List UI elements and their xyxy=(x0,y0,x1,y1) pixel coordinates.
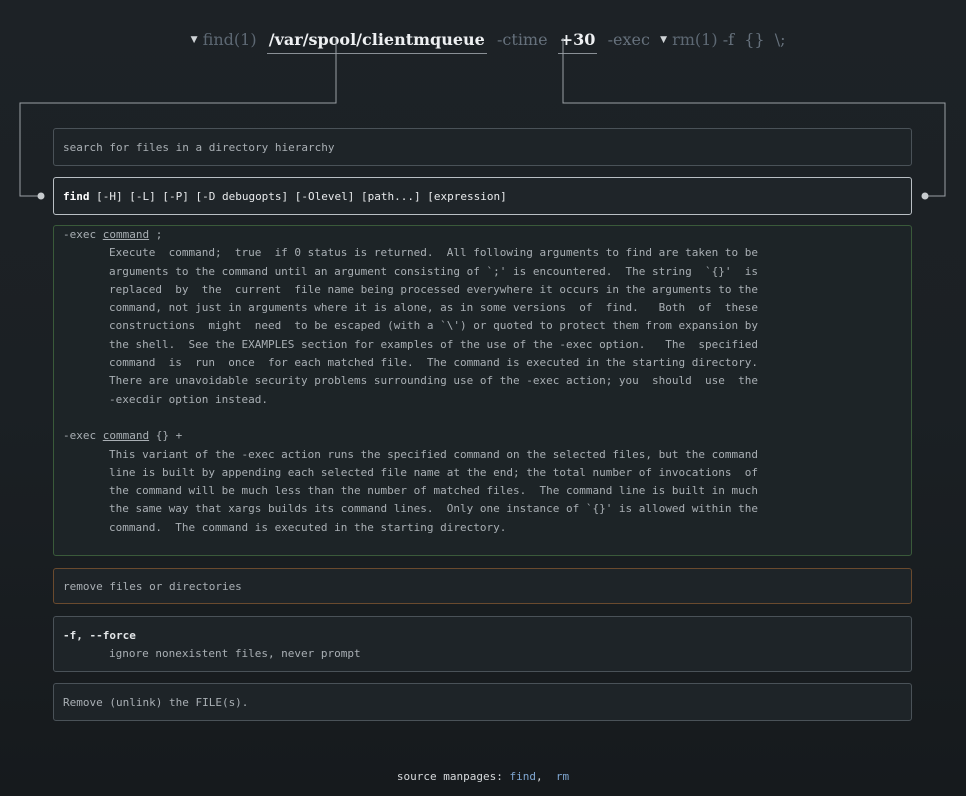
exec-opt2-command: command xyxy=(102,429,150,443)
synopsis-options: [-H] [-L] [-P] [-D debugopts] [-Olevel] … xyxy=(89,190,507,203)
rm-remove-box: Remove (unlink) the FILE(s). xyxy=(53,683,912,721)
help-line: command is run once for each matched fil… xyxy=(109,356,759,370)
find-description-box: search for files in a directory hierarch… xyxy=(53,128,912,166)
connector-right xyxy=(562,38,946,197)
help-line: This variant of the -exec action runs th… xyxy=(109,447,759,461)
help-line: constructions might need to be escaped (… xyxy=(109,319,759,333)
rm-force-box: -f, --force ignore nonexistent files, ne… xyxy=(53,616,912,672)
link-find-manpage[interactable]: find xyxy=(509,770,536,783)
find-synopsis: find [-H] [-L] [-P] [-D debugopts] [-Ole… xyxy=(54,178,911,215)
find-description: search for files in a directory hierarch… xyxy=(63,141,335,154)
find-synopsis-box: find [-H] [-L] [-P] [-D debugopts] [-Ole… xyxy=(53,177,912,215)
link-rm-manpage[interactable]: rm xyxy=(556,770,569,783)
exec-help-text: -exec command ; Execute command; true if… xyxy=(54,226,911,537)
help-line: arguments to the command until an argume… xyxy=(109,264,759,278)
exec-opt2-suffix: {} + xyxy=(149,429,183,443)
help-line: command. The command is executed in the … xyxy=(109,520,507,534)
exec-opt1-prefix: -exec xyxy=(63,228,103,241)
footer-separator: , xyxy=(535,770,543,783)
help-line: the command will be much less than the n… xyxy=(109,484,759,498)
help-line: Execute command; true if 0 status is ret… xyxy=(109,246,759,260)
exec-opt2-prefix: -exec xyxy=(63,429,103,443)
rm-remove-description: Remove (unlink) the FILE(s). xyxy=(63,696,249,709)
help-line: There are unavoidable security problems … xyxy=(109,374,759,388)
synopsis-command-name: find xyxy=(63,190,90,203)
help-line: -execdir option instead. xyxy=(109,392,268,406)
exec-opt1-suffix: ; xyxy=(149,228,163,241)
exec-help-box: -exec command ; Execute command; true if… xyxy=(53,225,912,556)
help-line: the same way that xargs builds its comma… xyxy=(109,502,759,516)
rm-description: remove files or directories xyxy=(63,580,242,593)
exec-opt1-body: Execute command; true if 0 status is ret… xyxy=(63,244,902,409)
help-line: replaced by the current file name being … xyxy=(109,282,759,296)
help-line: line is built by appending each selected… xyxy=(109,465,759,479)
rm-description-box: remove files or directories xyxy=(53,568,912,604)
footer: source manpages: find, rm xyxy=(0,770,966,783)
exec-opt2-body: This variant of the -exec action runs th… xyxy=(63,446,902,537)
footer-label: source manpages: xyxy=(396,770,510,783)
help-line: command, not just in arguments where it … xyxy=(109,301,759,315)
rm-force-help: -f, --force ignore nonexistent files, ne… xyxy=(54,617,911,664)
rm-force-description: ignore nonexistent files, never prompt xyxy=(109,647,361,661)
rm-force-option: -f, --force xyxy=(63,629,136,642)
exec-opt1-command: command xyxy=(102,228,150,241)
connector-dot-icon xyxy=(921,192,929,200)
connector-dot-icon xyxy=(37,192,45,200)
help-line: the shell. See the EXAMPLES section for … xyxy=(109,337,759,351)
connector-left xyxy=(19,38,337,197)
